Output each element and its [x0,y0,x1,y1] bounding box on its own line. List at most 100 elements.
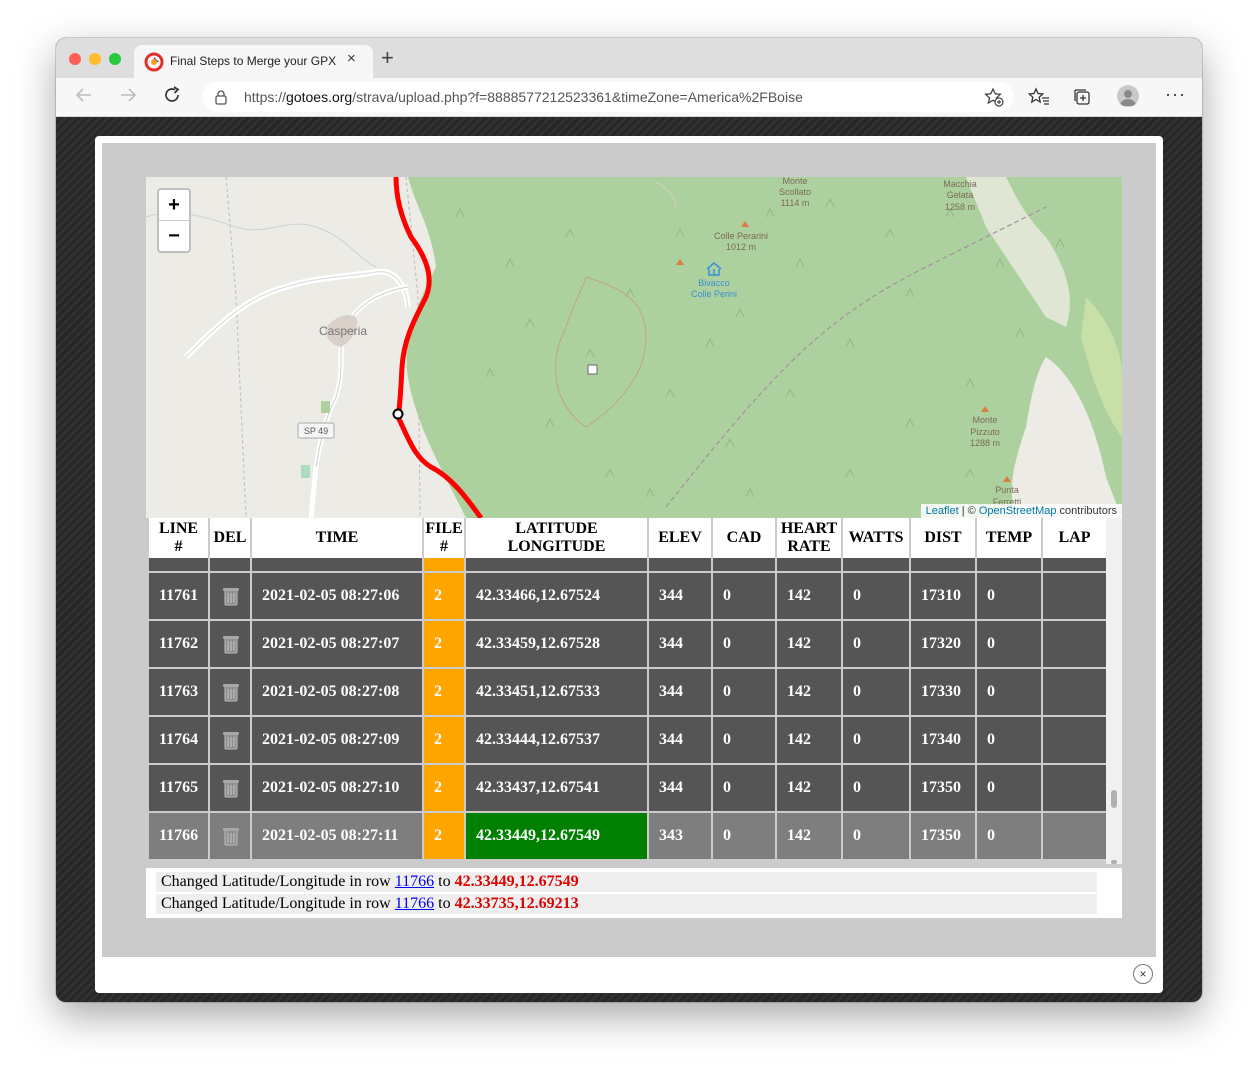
trash-icon[interactable] [222,730,240,750]
header-latlon-label-2: LONGITUDE [507,538,606,555]
new-tab-button[interactable]: + [381,47,394,69]
zoom-in-button[interactable]: + [159,190,189,221]
cell-delete[interactable] [210,573,250,619]
table-row-partial [713,558,775,571]
zoom-control: + − [157,188,191,253]
cell-delete[interactable] [210,813,250,859]
cell-temp: 0 [977,717,1041,763]
cell-line: 11764 [149,717,208,763]
map-label: Pizzuto [970,427,1000,437]
header-hr-label-2: RATE [787,538,831,555]
tab-close-icon[interactable]: × [347,50,356,67]
gotoes-favicon-icon [144,52,164,72]
collections-icon[interactable] [1072,87,1092,107]
osm-link[interactable]: OpenStreetMap [979,505,1057,517]
points-table-body[interactable]: 11761 2021-02-05 08:27:06 2 42.33466,12.675… [146,558,1106,864]
cell-latlon[interactable]: 42.33449,12.67549 [466,813,647,859]
table-scrollbar[interactable] [1106,518,1122,864]
log-text: to [434,895,455,912]
trash-icon[interactable] [222,826,240,846]
log-item: Changed Latitude/Longitude in row 11766 … [156,872,1097,892]
cell-time: 2021-02-05 08:27:08 [252,669,422,715]
map[interactable]: Monte Scollato 1114 m Colle Perarini 101… [146,177,1122,518]
log-text: Changed Latitude/Longitude in row [161,873,395,890]
edit-point-marker[interactable] [587,364,598,375]
header-time: TIME [252,518,422,558]
url-text[interactable]: https://gotoes.org/strava/upload.php?f=8… [244,89,803,105]
forward-arrow-icon[interactable] [118,85,138,105]
trash-icon[interactable] [222,586,240,606]
cell-delete[interactable] [210,765,250,811]
table-row-partial [911,558,975,571]
close-window-button[interactable] [69,53,81,65]
cell-delete[interactable] [210,621,250,667]
cell-elev: 343 [649,813,711,859]
map-label: Scollato [779,187,811,197]
log-row-link[interactable]: 11766 [395,873,434,890]
cell-line: 11763 [149,669,208,715]
active-tab[interactable]: Final Steps to Merge your GPX × [134,45,373,78]
cell-dist: 17350 [911,813,975,859]
cell-latlon[interactable]: 42.33466,12.67524 [466,573,647,619]
cell-heart-rate: 142 [777,813,841,859]
reload-icon[interactable] [162,85,182,105]
table-row-partial [466,558,647,571]
current-point-marker[interactable] [392,408,404,420]
modal-close-button[interactable]: × [1133,964,1153,984]
profile-avatar-icon[interactable] [1117,85,1139,107]
map-label-town: Casperia [319,324,367,338]
header-temp: TEMP [977,518,1041,558]
header-file-label: FILE [425,520,463,537]
cell-latlon[interactable]: 42.33437,12.67541 [466,765,647,811]
leaflet-link[interactable]: Leaflet [926,505,959,517]
map-label: 1114 m [781,198,810,208]
zoom-out-button[interactable]: − [159,221,189,251]
log-text: to [434,873,455,890]
log-value: 42.33735,12.69213 [454,895,579,912]
header-line: LINE # [149,518,208,558]
cell-heart-rate: 142 [777,765,841,811]
attribution-suffix: contributors [1056,505,1117,517]
cell-latlon[interactable]: 42.33459,12.67528 [466,621,647,667]
cell-delete[interactable] [210,669,250,715]
trash-icon[interactable] [222,634,240,654]
scrollbar-thumb-2[interactable] [1111,860,1117,864]
map-label: Punta [995,485,1019,495]
cell-cad: 0 [713,717,775,763]
header-elev: ELEV [649,518,711,558]
map-tiles[interactable]: Monte Scollato 1114 m Colle Perarini 101… [146,177,1122,518]
cell-latlon[interactable]: 42.33451,12.67533 [466,669,647,715]
cell-file: 2 [424,669,464,715]
lock-icon[interactable] [214,89,228,105]
header-line-label: LINE [158,520,199,537]
cell-lap [1043,573,1106,619]
add-favorite-icon[interactable] [984,87,1004,107]
header-dist: DIST [911,518,975,558]
cell-file: 2 [424,621,464,667]
cell-latlon[interactable]: 42.33444,12.67537 [466,717,647,763]
cell-file: 2 [424,813,464,859]
map-label: Gelata [947,190,974,200]
zoom-window-button[interactable] [109,53,121,65]
trash-icon[interactable] [222,778,240,798]
address-bar[interactable]: https://gotoes.org/strava/upload.php?f=8… [202,82,1014,112]
header-latlon: LATITUDE LONGITUDE [466,518,647,558]
table-row-partial [424,558,464,571]
more-menu-icon[interactable]: ··· [1165,84,1186,105]
header-file-label-2: # [440,538,448,555]
cell-watts: 0 [843,621,909,667]
cell-cad: 0 [713,621,775,667]
log-row-link[interactable]: 11766 [395,895,434,912]
cell-lap [1043,621,1106,667]
cell-delete[interactable] [210,717,250,763]
scrollbar-thumb[interactable] [1111,790,1117,808]
trash-icon[interactable] [222,682,240,702]
cell-elev: 344 [649,669,711,715]
back-arrow-icon[interactable] [74,85,94,105]
minimize-window-button[interactable] [89,53,101,65]
browser-window: Final Steps to Merge your GPX × + https:… [56,38,1202,1002]
favorites-icon[interactable] [1028,87,1050,107]
cell-file: 2 [424,717,464,763]
cell-lap [1043,765,1106,811]
header-cad: CAD [713,518,775,558]
